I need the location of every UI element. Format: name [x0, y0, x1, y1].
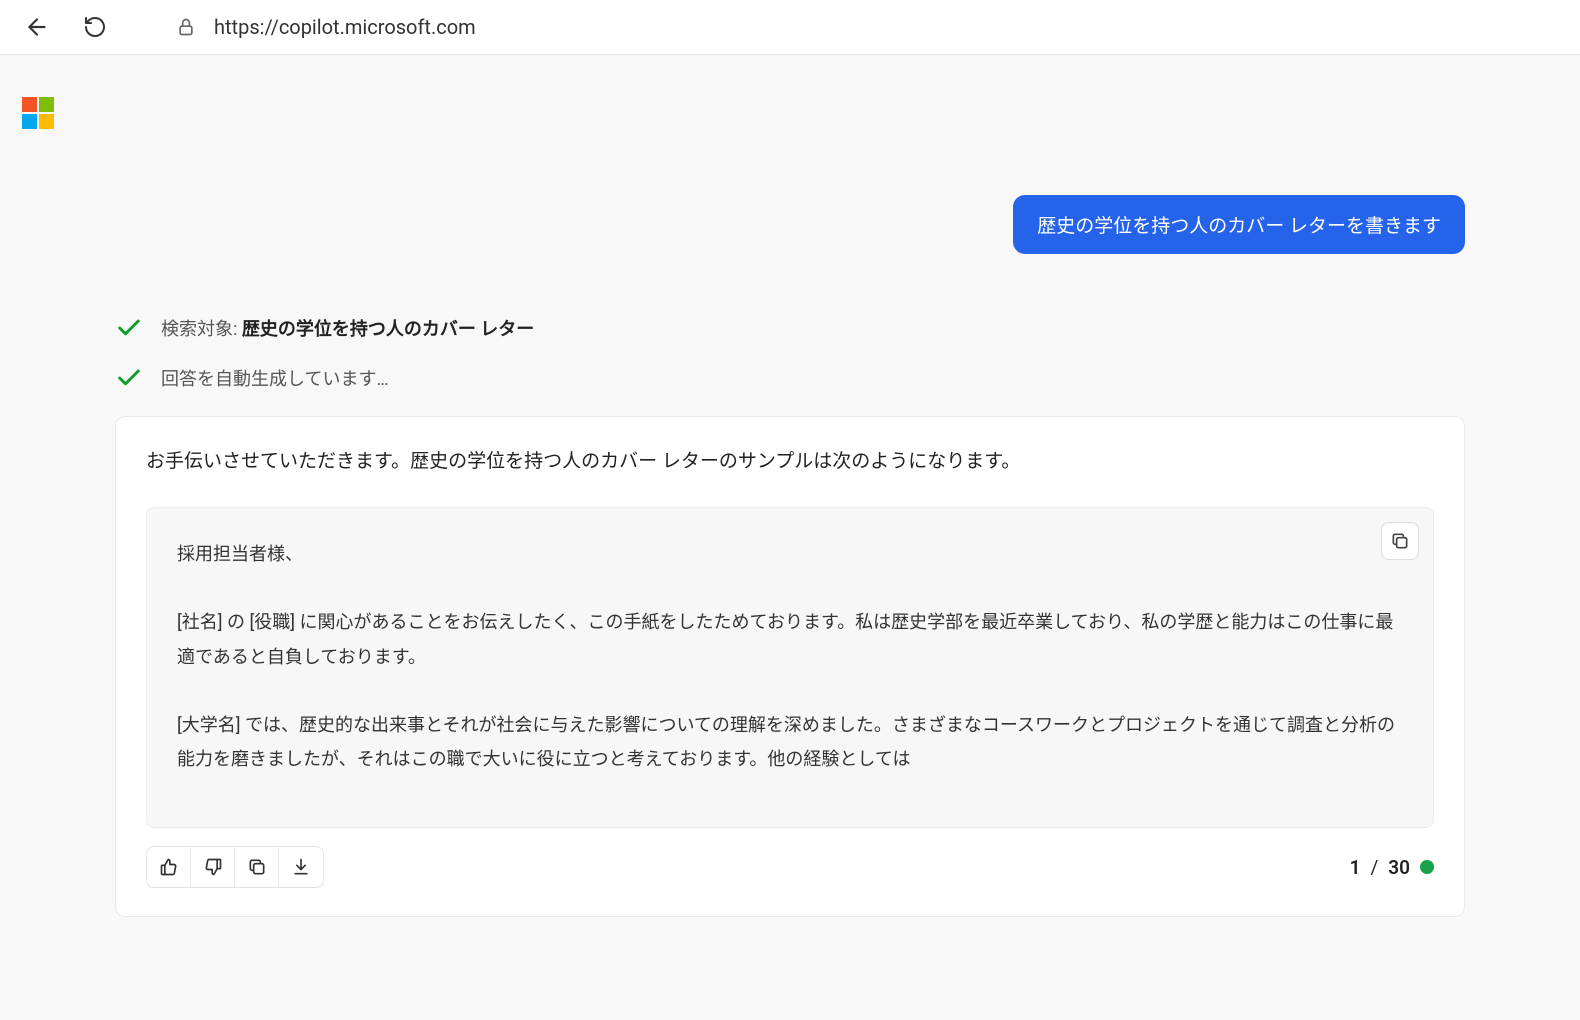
address-bar[interactable]: https://copilot.microsoft.com: [176, 15, 476, 39]
page-current: 1: [1350, 856, 1361, 879]
user-message-bubble: 歴史の学位を持つ人のカバー レターを書きます: [1013, 195, 1465, 254]
copy-button[interactable]: [1381, 522, 1419, 560]
chat-container: 歴史の学位を持つ人のカバー レターを書きます 検索対象: 歴史の学位を持つ人のカ…: [115, 95, 1465, 917]
status-dot-icon: [1420, 860, 1434, 874]
page-total: 30: [1388, 856, 1410, 879]
status-generating: 回答を自動生成しています…: [115, 364, 1465, 392]
refresh-button[interactable]: [78, 10, 112, 44]
like-button[interactable]: [147, 847, 191, 887]
check-icon: [115, 314, 143, 342]
page-separator: /: [1370, 856, 1378, 879]
copy-response-button[interactable]: [235, 847, 279, 887]
status-search: 検索対象: 歴史の学位を持つ人のカバー レター: [115, 314, 1465, 342]
response-intro: お手伝いさせていただきます。歴史の学位を持つ人のカバー レターのサンプルは次のよ…: [146, 445, 1434, 477]
letter-code-block: 採用担当者様、 [社名] の [役職] に関心があることをお伝えしたく、この手紙…: [146, 507, 1434, 828]
export-button[interactable]: [279, 847, 323, 887]
check-icon: [115, 364, 143, 392]
letter-paragraph: 採用担当者様、: [177, 538, 1403, 572]
thumbs-down-icon: [203, 857, 223, 877]
letter-paragraph: [社名] の [役職] に関心があることをお伝えしたく、この手紙をしたためており…: [177, 606, 1403, 674]
arrow-left-icon: [24, 14, 50, 40]
lock-icon: [176, 17, 196, 37]
refresh-icon: [83, 15, 107, 39]
copy-icon: [1390, 531, 1410, 551]
response-footer: 1 / 30: [146, 846, 1434, 888]
browser-nav-bar: https://copilot.microsoft.com: [0, 0, 1580, 55]
feedback-actions: [146, 846, 324, 888]
search-query: 歴史の学位を持つ人のカバー レター: [242, 319, 534, 340]
search-label: 検索対象:: [161, 319, 242, 340]
copy-icon: [247, 857, 267, 877]
dislike-button[interactable]: [191, 847, 235, 887]
generating-label: 回答を自動生成しています…: [161, 365, 389, 391]
pagination-indicator: 1 / 30: [1350, 856, 1434, 879]
download-icon: [291, 857, 311, 877]
url-text: https://copilot.microsoft.com: [214, 15, 476, 39]
thumbs-up-icon: [159, 857, 179, 877]
response-card: お手伝いさせていただきます。歴史の学位を持つ人のカバー レターのサンプルは次のよ…: [115, 416, 1465, 917]
status-section: 検索対象: 歴史の学位を持つ人のカバー レター 回答を自動生成しています…: [115, 314, 1465, 392]
microsoft-logo[interactable]: [22, 97, 54, 129]
letter-paragraph: [大学名] では、歴史的な出来事とそれが社会に与えた影響についての理解を深めまし…: [177, 709, 1403, 777]
back-button[interactable]: [20, 10, 54, 44]
content-area: 歴史の学位を持つ人のカバー レターを書きます 検索対象: 歴史の学位を持つ人のカ…: [0, 55, 1580, 1020]
